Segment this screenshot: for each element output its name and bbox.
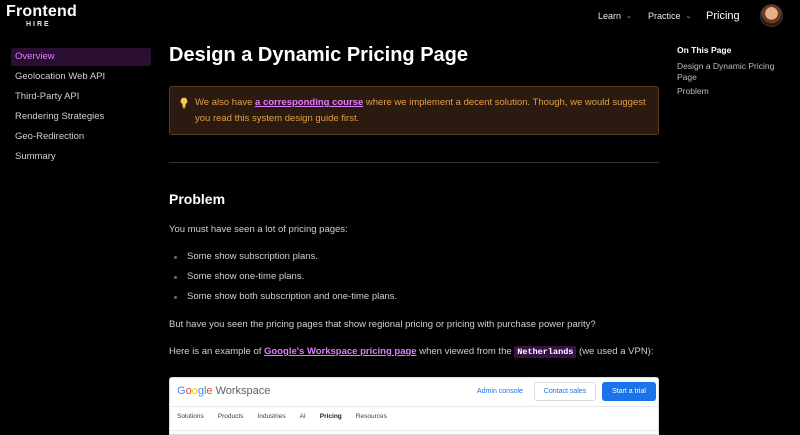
admin-console-link: Admin console <box>477 388 523 395</box>
contact-sales-button: Contact sales <box>534 382 596 401</box>
regional-pricing-question: But have you seen the pricing pages that… <box>169 319 596 330</box>
screenshot-divider <box>170 406 658 407</box>
google-workspace-pricing-link[interactable]: Google's Workspace pricing page <box>264 346 417 357</box>
example-text-after: (we used a VPN): <box>576 346 654 357</box>
start-trial-button: Start a trial <box>602 382 656 401</box>
top-navigation: Frontend HIRE Learn ⌄ Practice ⌄ Pricing <box>0 0 800 32</box>
sidebar: Overview Geolocation Web API Third-Party… <box>11 48 151 168</box>
frontendhire-logo[interactable]: Frontend HIRE <box>6 3 77 29</box>
problem-heading: Problem <box>169 191 226 207</box>
sidebar-item-geo-redirection[interactable]: Geo-Redirection <box>11 128 151 146</box>
problem-intro: You must have seen a lot of pricing page… <box>169 224 348 235</box>
nav-pricing-link[interactable]: Pricing <box>706 10 740 22</box>
example-text-before: Here is an example of <box>169 346 265 357</box>
sidebar-item-geolocation-web-api[interactable]: Geolocation Web API <box>11 68 151 86</box>
list-item: Some show subscription plans. <box>169 251 397 271</box>
example-paragraph: Here is an example of Google's Workspace… <box>169 346 654 358</box>
course-callout: We also have a corresponding course wher… <box>169 86 659 135</box>
section-divider <box>169 162 659 163</box>
list-item: Some show both subscription and one-time… <box>169 291 397 311</box>
chevron-down-icon: ⌄ <box>685 13 692 20</box>
nav-practice-label: Practice <box>648 11 681 21</box>
lightbulb-icon <box>180 97 188 109</box>
screenshot-tab: Products <box>217 413 244 420</box>
list-item: Some show one-time plans. <box>169 271 397 291</box>
nav-learn-label: Learn <box>598 11 622 21</box>
sidebar-item-summary[interactable]: Summary <box>11 148 151 166</box>
callout-text-before: We also have <box>195 97 256 108</box>
toc-item-problem[interactable]: Problem <box>677 86 787 97</box>
screenshot-tab: AI <box>299 413 306 420</box>
toc-item-design-pricing-page[interactable]: Design a Dynamic Pricing Page <box>677 61 787 83</box>
sidebar-item-overview[interactable]: Overview <box>11 48 151 66</box>
screenshot-tabs: Solutions Products Industries AI Pricing… <box>177 413 401 420</box>
toc-title: On This Page <box>677 45 732 55</box>
user-avatar[interactable] <box>760 4 783 27</box>
screenshot-tab: Resources <box>355 413 387 420</box>
screenshot-tab-pricing: Pricing <box>319 413 342 420</box>
screenshot-divider <box>170 430 658 431</box>
logo-word: Frontend <box>6 3 77 20</box>
google-workspace-screenshot: Google Workspace Admin console Contact s… <box>169 377 659 435</box>
table-of-contents: On This Page Design a Dynamic Pricing Pa… <box>677 45 787 100</box>
corresponding-course-link[interactable]: a corresponding course <box>255 97 363 108</box>
sidebar-item-third-party-api[interactable]: Third-Party API <box>11 88 151 106</box>
sidebar-item-rendering-strategies[interactable]: Rendering Strategies <box>11 108 151 126</box>
nav-learn-menu[interactable]: Learn ⌄ <box>598 11 632 21</box>
pricing-types-list: Some show subscription plans. Some show … <box>169 251 397 311</box>
screenshot-tab: Solutions <box>177 413 204 420</box>
screenshot-tab: Industries <box>257 413 286 420</box>
example-text-mid: when viewed from the <box>416 346 515 357</box>
netherlands-code: Netherlands <box>514 346 577 358</box>
logo-subtitle: HIRE <box>26 21 51 28</box>
google-workspace-logo: Google Workspace <box>177 385 271 397</box>
page-title: Design a Dynamic Pricing Page <box>169 44 468 66</box>
nav-practice-menu[interactable]: Practice ⌄ <box>648 11 691 21</box>
chevron-down-icon: ⌄ <box>626 13 632 20</box>
